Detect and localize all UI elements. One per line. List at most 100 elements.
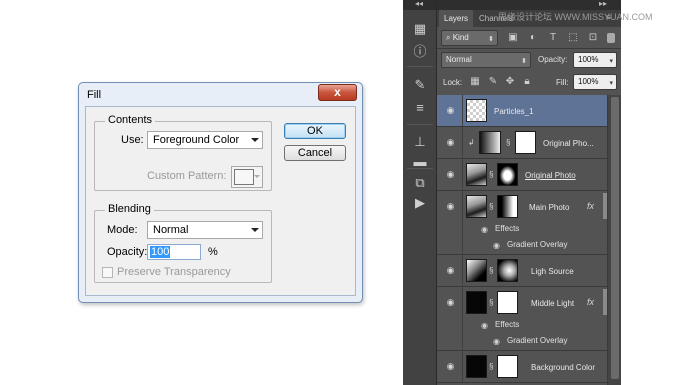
effects-row[interactable]: ◉ Effects — [463, 222, 607, 238]
layer-list-scrollbar[interactable] — [607, 95, 621, 385]
ok-button[interactable]: OK — [284, 123, 346, 139]
effect-row[interactable]: ◉ Gradient Overlay — [463, 238, 607, 254]
lock-label: Lock: — [443, 78, 463, 87]
watermark-text: 思缘设计论坛 WWW.MISSYUAN.COM — [498, 12, 653, 22]
effects-label: Effects — [495, 320, 520, 329]
layer-row[interactable]: ◉ § Ligh Source — [437, 255, 607, 287]
link-icon[interactable]: § — [489, 265, 496, 276]
info-icon[interactable]: ⓘ — [412, 45, 428, 59]
tool-preset-icon[interactable]: ≡ — [412, 101, 428, 115]
pattern-swatch — [234, 169, 254, 185]
eye-icon[interactable]: ◉ — [445, 169, 456, 180]
layer-name: Ligh Source — [531, 267, 574, 276]
mode-label: Mode: — [107, 224, 138, 236]
layer-thumbnail — [466, 195, 487, 218]
contents-group: Contents Use: Foreground Color Custom Pa… — [94, 114, 272, 191]
chevron-down-icon — [254, 175, 260, 178]
filter-type-icon[interactable]: T — [547, 32, 559, 44]
layer-list: ◉ Particles_1 ◉ ↲ § Original Pho... ◉ § … — [437, 95, 607, 385]
eye-icon[interactable]: ◉ — [445, 105, 456, 116]
opacity-input[interactable]: 100 — [147, 244, 201, 260]
blend-mode-select[interactable]: Normal ⬍ — [441, 52, 531, 68]
effects-row[interactable]: ◉ Effects — [463, 318, 607, 334]
chevron-down-icon: ▾ — [609, 58, 613, 65]
history-icon[interactable]: ▦ — [412, 22, 428, 36]
link-icon[interactable]: § — [489, 169, 496, 180]
layer-name: Main Photo — [529, 203, 570, 212]
eye-icon[interactable]: ◉ — [445, 265, 456, 276]
eye-icon[interactable]: ◉ — [491, 336, 502, 347]
eye-icon[interactable]: ◉ — [445, 297, 456, 308]
use-select-value: Foreground Color — [153, 134, 240, 146]
lock-all-icon[interactable]: 🔒︎ — [521, 76, 533, 88]
lock-image-icon[interactable]: ✎ — [487, 76, 499, 88]
search-icon: ⌕ — [446, 33, 453, 42]
mask-thumbnail — [497, 355, 518, 378]
collapse-left-icon[interactable]: ◂◂ — [415, 0, 423, 8]
eye-icon[interactable]: ◉ — [445, 137, 456, 148]
opacity-label: Opacity: — [107, 246, 148, 258]
layer-thumbnail — [466, 291, 487, 314]
fx-badge[interactable]: fx — [587, 201, 594, 211]
panel-icon-strip: ◂◂ ▦ ⓘ ✎ ≡ ⊥ ▬ ⧉ ▶ — [403, 0, 437, 385]
custom-pattern-label: Custom Pattern: — [147, 170, 227, 182]
fill-field[interactable]: 100% ▾ — [573, 74, 617, 90]
fx-badge[interactable]: fx — [587, 297, 594, 307]
filter-shape-icon[interactable]: ⬚ — [567, 32, 579, 44]
opacity-field[interactable]: 100% ▾ — [573, 52, 617, 68]
adjustment-thumbnail — [479, 131, 501, 154]
panel-topbar: ▸▸ — [437, 0, 621, 10]
use-select[interactable]: Foreground Color — [147, 131, 263, 149]
eye-icon[interactable]: ◉ — [445, 361, 456, 372]
blending-group: Blending Mode: Normal Opacity: 100 % Pre… — [94, 203, 272, 283]
effects-label: Effects — [495, 224, 520, 233]
paragraph-icon[interactable]: ⊥ — [412, 135, 428, 149]
layer-name: Middle Light — [531, 299, 575, 308]
layer-row[interactable]: ◉ § Middle Light fx ◉ Effects ◉ Gradient… — [437, 287, 607, 351]
link-icon[interactable]: § — [506, 137, 513, 148]
timeline-icon[interactable]: ⧉ — [412, 176, 428, 190]
cancel-button[interactable]: Cancel — [284, 145, 346, 161]
link-icon[interactable]: § — [489, 297, 496, 308]
scrollbar-thumb[interactable] — [611, 97, 619, 379]
mask-thumbnail — [497, 291, 518, 314]
layer-row[interactable]: ◉ ↲ § Original Pho... — [437, 127, 607, 159]
mask-thumbnail — [497, 259, 518, 282]
lock-position-icon[interactable]: ✥ — [504, 76, 516, 88]
filter-pixel-icon[interactable]: ▣ — [507, 32, 519, 44]
layer-thumbnail — [466, 99, 487, 122]
layer-row[interactable]: ◉ Particles_1 — [437, 95, 607, 127]
preserve-transparency-checkbox[interactable] — [102, 267, 113, 278]
mode-select[interactable]: Normal — [147, 221, 263, 239]
layer-name: Background Color — [531, 363, 596, 372]
fill-dialog: Fill x Contents Use: Foreground Color Cu… — [78, 82, 363, 303]
tab-layers[interactable]: Layers — [439, 10, 474, 27]
brush-icon[interactable]: ✎ — [412, 78, 428, 92]
eye-icon[interactable]: ◉ — [491, 240, 502, 251]
effect-name: Gradient Overlay — [507, 240, 568, 249]
blending-group-label: Blending — [105, 203, 154, 215]
effect-name: Gradient Overlay — [507, 336, 568, 345]
filter-kind-select[interactable]: ⌕ Kind ⬍ — [441, 30, 498, 46]
layer-row[interactable]: ◉ § Main Photo fx ◉ Effects ◉ Gradient O… — [437, 191, 607, 255]
play-icon[interactable]: ▶ — [412, 196, 428, 210]
filter-smartobject-icon[interactable]: ⊡ — [587, 32, 599, 44]
eye-icon[interactable]: ◉ — [445, 201, 456, 212]
close-button[interactable]: x — [318, 84, 357, 101]
collapse-right-icon[interactable]: ▸▸ — [599, 0, 607, 8]
link-icon[interactable]: § — [489, 361, 496, 372]
link-icon[interactable]: § — [489, 201, 496, 212]
layer-row[interactable]: ◉ § Background Color — [437, 351, 607, 383]
filter-toggle[interactable] — [607, 33, 615, 43]
eye-icon[interactable]: ◉ — [479, 320, 490, 331]
lock-transparent-icon[interactable]: ▦ — [469, 76, 481, 88]
effect-row[interactable]: ◉ Gradient Overlay — [463, 334, 607, 350]
mask-thumbnail — [497, 195, 518, 218]
layer-row[interactable]: ◉ § Original Photo — [437, 159, 607, 191]
chevron-down-icon — [251, 228, 259, 232]
filter-adjustment-icon[interactable]: ◐ — [527, 32, 539, 44]
chevron-updown-icon: ⬍ — [521, 58, 527, 65]
eye-icon[interactable]: ◉ — [479, 224, 490, 235]
chevron-down-icon — [251, 138, 259, 142]
character-icon[interactable]: ▬ — [412, 155, 428, 169]
